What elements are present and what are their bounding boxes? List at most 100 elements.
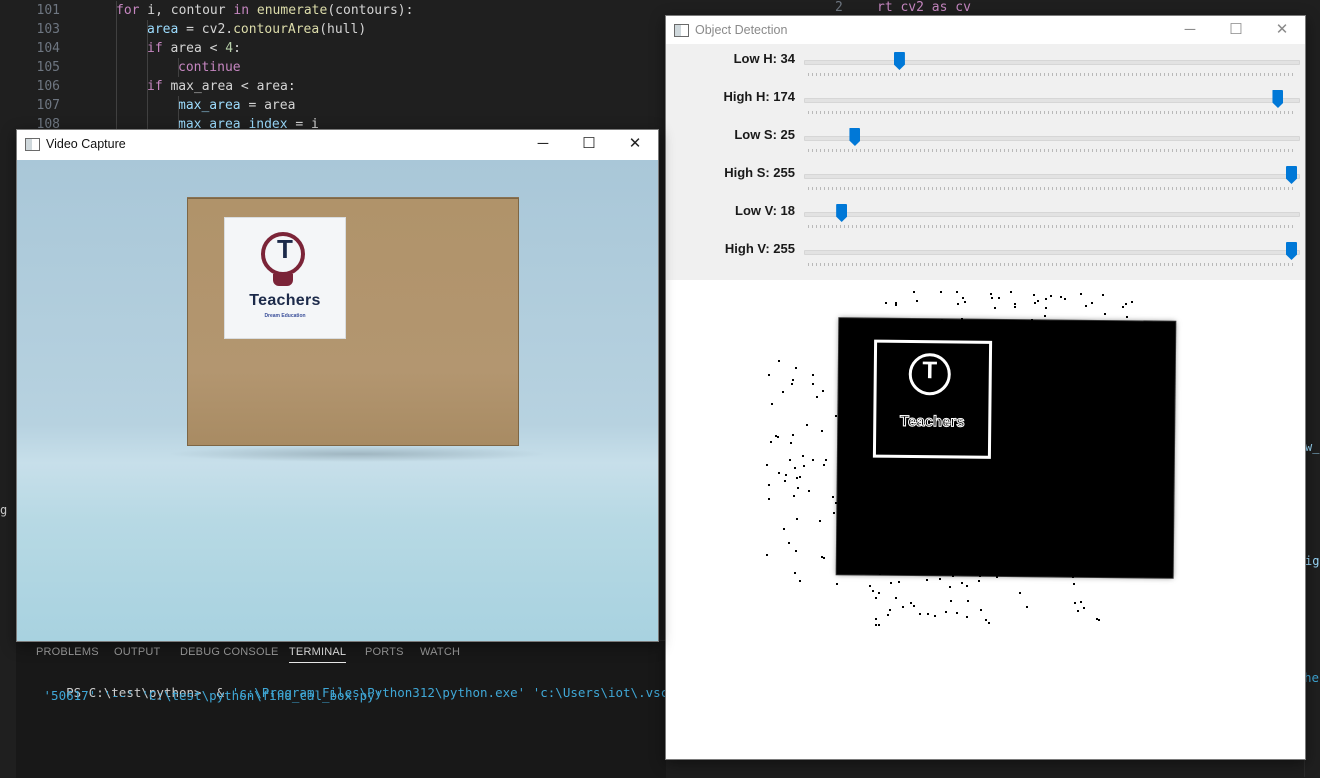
code-line[interactable]: 103 area = cv2.contourArea(hull)	[0, 20, 665, 39]
indent-guide	[147, 39, 148, 58]
noise-speck	[812, 459, 815, 462]
noise-speck	[926, 579, 929, 582]
tab-problems[interactable]: PROBLEMS	[36, 646, 99, 658]
noise-speck	[793, 467, 796, 470]
indent-guide	[116, 96, 117, 115]
noise-speck	[927, 612, 930, 615]
noise-speck	[802, 465, 805, 468]
noise-speck	[948, 586, 951, 589]
noise-speck	[790, 383, 793, 386]
noise-speck	[807, 490, 810, 493]
noise-speck	[872, 589, 875, 592]
right-editor-line[interactable]: 2 rt cv2 as cv	[795, 0, 1320, 16]
trackbar-track[interactable]	[804, 60, 1300, 65]
minimize-button[interactable]: ─	[1167, 16, 1213, 44]
trackbar[interactable]: High V: 255	[666, 236, 1305, 274]
tab-debug-console[interactable]: DEBUG CONSOLE	[180, 646, 279, 658]
code-line[interactable]: 105 continue	[0, 58, 665, 77]
code-line[interactable]: 107 max_area = area	[0, 96, 665, 115]
noise-speck	[875, 597, 878, 600]
noise-speck	[1013, 305, 1016, 308]
maximize-button[interactable]: ☐	[1213, 16, 1259, 44]
window-title: Video Capture	[46, 137, 126, 151]
noise-speck	[801, 455, 804, 458]
noise-speck	[988, 621, 991, 624]
noise-speck	[1030, 318, 1033, 321]
trackbar-panel: Low H: 34 High H: 174 Low S: 25 High S: 255…	[666, 44, 1305, 280]
noise-speck	[934, 614, 937, 617]
indent-guide	[116, 58, 117, 77]
noise-speck	[1060, 296, 1063, 299]
trackbar-track[interactable]	[804, 212, 1300, 217]
logo-label: T Teachers Dream Education	[224, 217, 346, 339]
video-capture-window[interactable]: Video Capture ─ ☐ ✕ T Teachers Dream Edu…	[16, 129, 659, 642]
noise-speck	[792, 433, 795, 436]
trackbar-track[interactable]	[804, 136, 1300, 141]
noise-speck	[938, 578, 941, 581]
window-icon	[674, 24, 689, 37]
right-clipped-text-2: igh	[1305, 554, 1320, 568]
trackbar-thumb[interactable]	[1286, 242, 1297, 260]
trackbar-track[interactable]	[804, 98, 1300, 103]
trackbar-thumb[interactable]	[1272, 90, 1284, 108]
noise-speck	[1064, 298, 1067, 301]
trackbar[interactable]: Low H: 34	[666, 46, 1305, 84]
trackbar-thumb[interactable]	[836, 204, 848, 222]
tab-terminal[interactable]: TERMINAL	[289, 646, 347, 663]
close-button[interactable]: ✕	[612, 130, 658, 158]
close-button[interactable]: ✕	[1259, 16, 1305, 44]
maximize-button[interactable]: ☐	[566, 130, 612, 158]
right-editor-edge: w_H igh	[1304, 18, 1320, 777]
indent-guide	[116, 1, 117, 20]
title-bar[interactable]: Video Capture ─ ☐ ✕	[17, 130, 658, 158]
mask-logo-letter: T	[922, 357, 938, 385]
noise-speck	[1082, 607, 1085, 610]
trackbar-track[interactable]	[804, 174, 1300, 179]
noise-speck	[869, 585, 871, 588]
indent-guide	[178, 58, 179, 77]
noise-speck	[940, 318, 943, 321]
noise-speck	[1026, 605, 1029, 608]
tab-watch[interactable]: WATCH	[420, 646, 460, 658]
noise-speck	[965, 584, 968, 587]
trackbar-label: Low H: 34	[733, 51, 795, 66]
code-line[interactable]: 106 if max_area < area:	[0, 77, 665, 96]
line-number: 105	[36, 60, 60, 75]
trackbar[interactable]: High S: 255	[666, 160, 1305, 198]
noise-speck	[788, 459, 791, 462]
noise-speck	[956, 611, 959, 614]
noise-speck	[887, 613, 890, 616]
title-bar[interactable]: Object Detection ─ ☐ ✕	[666, 16, 1305, 44]
object-detection-window[interactable]: Object Detection ─ ☐ ✕ Low H: 34 High H: …	[665, 15, 1306, 760]
minimize-button[interactable]: ─	[520, 130, 566, 158]
noise-speck	[1080, 292, 1083, 295]
noise-speck	[913, 604, 916, 607]
noise-speck	[835, 414, 838, 417]
trackbar-track[interactable]	[804, 250, 1300, 255]
noise-speck	[991, 572, 994, 575]
code-line[interactable]: 101 for i, contour in enumerate(contours)…	[0, 1, 665, 20]
trackbar[interactable]: Low S: 25	[666, 122, 1305, 160]
noise-speck	[877, 592, 880, 595]
tab-ports[interactable]: PORTS	[365, 646, 404, 658]
noise-speck	[985, 618, 988, 621]
tab-output[interactable]: OUTPUT	[114, 646, 160, 658]
indent-guide	[147, 20, 148, 39]
code-line[interactable]: 104 if area < 4:	[0, 39, 665, 58]
trackbar-ticks	[808, 187, 1294, 190]
code-editor[interactable]: 101 for i, contour in enumerate(contours)…	[0, 0, 665, 135]
trackbar[interactable]: Low V: 18	[666, 198, 1305, 236]
noise-speck	[997, 297, 1000, 300]
noise-speck	[795, 550, 798, 552]
indent-guide	[147, 58, 148, 77]
trackbar-thumb[interactable]	[893, 52, 905, 70]
terminal-clipped-tail: her	[1304, 670, 1320, 685]
noise-speck	[788, 541, 791, 544]
noise-speck	[966, 600, 969, 603]
noise-speck	[778, 471, 781, 474]
trackbar[interactable]: High H: 174	[666, 84, 1305, 122]
noise-speck	[890, 582, 892, 585]
trackbar-thumb[interactable]	[849, 128, 861, 146]
trackbar-thumb[interactable]	[1286, 166, 1297, 184]
code-text: area = cv2.contourArea(hull)	[147, 22, 367, 37]
